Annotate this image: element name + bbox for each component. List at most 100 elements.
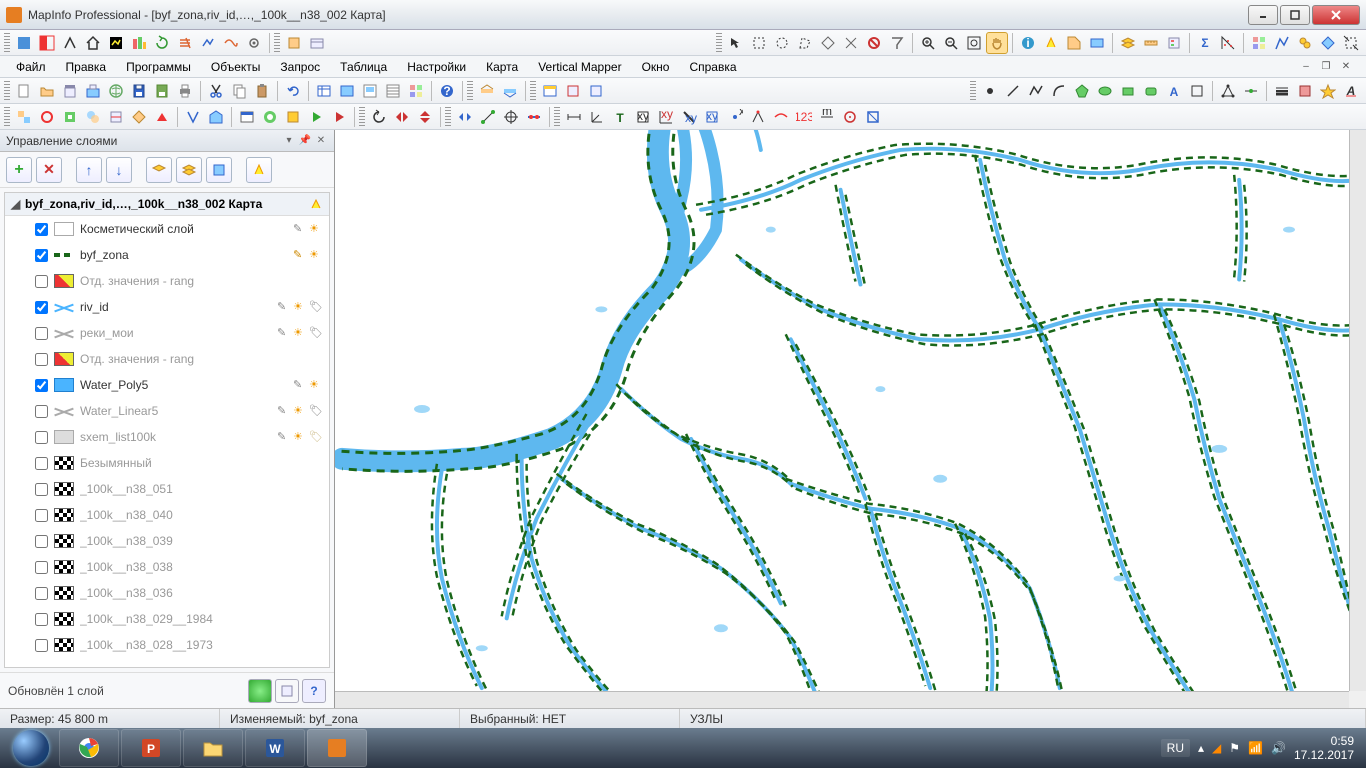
tool-icon[interactable]: xy [724,106,746,128]
run-icon[interactable] [328,106,350,128]
layer-style-button[interactable] [206,157,232,183]
layer-visibility-checkbox[interactable] [35,483,48,496]
tool-icon[interactable]: xy [678,106,700,128]
tag-icon[interactable]: 🏷 [309,404,323,418]
tool-icon[interactable] [174,32,196,54]
layer-visibility-checkbox[interactable] [35,561,48,574]
zoom-out-icon[interactable] [940,32,962,54]
menu-query[interactable]: Запрос [270,58,330,76]
sun-icon[interactable]: ☀ [309,248,323,262]
tool-icon[interactable] [770,106,792,128]
add-layer-button[interactable]: + [6,157,32,183]
pen-icon[interactable]: ✎ [293,222,307,236]
ellipse-icon[interactable] [1094,80,1116,102]
toolbar-grip[interactable] [530,81,536,101]
run-icon[interactable] [305,106,327,128]
new-map-icon[interactable] [336,80,358,102]
minimize-button[interactable] [1248,5,1278,25]
tool-icon[interactable] [128,106,150,128]
toolbar-grip[interactable] [359,107,365,127]
polygon-icon[interactable] [1071,80,1093,102]
layer-row[interactable]: byf_zona✎☀ [5,242,329,268]
tool-icon[interactable] [283,32,305,54]
scrollbar-vertical[interactable] [1349,130,1366,691]
layer-visibility-checkbox[interactable] [35,509,48,522]
tool-icon[interactable] [151,106,173,128]
tool-icon[interactable] [306,32,328,54]
print-icon[interactable] [174,80,196,102]
sun-icon[interactable]: ☀ [293,326,307,340]
tool-icon[interactable] [886,32,908,54]
stats-icon[interactable]: Σ [1194,32,1216,54]
tray-avast-icon[interactable]: ◢ [1212,741,1221,755]
pen-icon[interactable]: ✎ [277,300,291,314]
tool-icon[interactable] [205,106,227,128]
tool-icon[interactable] [476,80,498,102]
dist-icon[interactable] [563,106,585,128]
layer-visibility-checkbox[interactable] [35,639,48,652]
select-circle-icon[interactable] [771,32,793,54]
layer-row[interactable]: _100k__n38_040 [5,502,329,528]
toolbar-grip[interactable] [554,107,560,127]
help-icon[interactable]: ? [436,80,458,102]
layer-visibility-checkbox[interactable] [35,613,48,626]
frame-icon[interactable] [1186,80,1208,102]
hotlink-options-button[interactable] [246,157,272,183]
symbol-icon[interactable] [979,80,1001,102]
tool-icon[interactable] [220,32,242,54]
paste-icon[interactable] [251,80,273,102]
map-canvas[interactable] [335,130,1366,708]
tool-icon[interactable] [13,32,35,54]
layer-row[interactable]: _100k__n38_039 [5,528,329,554]
mdi-minimize-icon[interactable]: – [1298,60,1314,74]
rect-icon[interactable] [1117,80,1139,102]
pen-icon[interactable]: ✎ [293,248,307,262]
copy-icon[interactable] [228,80,250,102]
tool-icon[interactable] [562,80,584,102]
layer-row[interactable]: _100k__n38_051 [5,476,329,502]
layer-visibility-checkbox[interactable] [35,405,48,418]
tool-icon[interactable] [1317,32,1339,54]
help-button[interactable]: ? [302,679,326,703]
tool-icon[interactable] [1086,32,1108,54]
tag-icon[interactable]: 🏷 [309,326,323,340]
menu-window[interactable]: Окно [632,58,680,76]
redistrict-icon[interactable] [405,80,427,102]
select-rect-icon[interactable] [748,32,770,54]
menu-options[interactable]: Настройки [397,58,476,76]
tool-icon[interactable] [523,106,545,128]
tray-volume-icon[interactable]: 🔊 [1271,741,1286,755]
angle-icon[interactable] [586,106,608,128]
tray-action-icon[interactable]: ⚑ [1229,741,1240,755]
text-icon[interactable]: A [1163,80,1185,102]
deselect-icon[interactable] [863,32,885,54]
tool-icon[interactable]: xy [632,106,654,128]
tool-icon[interactable] [59,32,81,54]
hotlink-icon[interactable] [1040,32,1062,54]
toolbar-grip[interactable] [274,33,280,53]
new-browser-icon[interactable] [382,80,404,102]
arrow-icon[interactable] [725,32,747,54]
tool-icon[interactable] [13,106,35,128]
sun-icon[interactable]: ☀ [309,222,323,236]
layer-visibility-checkbox[interactable] [35,587,48,600]
region-style-icon[interactable] [1294,80,1316,102]
maximize-button[interactable] [1280,5,1310,25]
tool-icon[interactable] [477,106,499,128]
save-ws-icon[interactable] [151,80,173,102]
tool-icon[interactable] [197,32,219,54]
task-chrome[interactable] [59,729,119,767]
tool-icon[interactable] [454,106,476,128]
start-button[interactable] [4,728,58,768]
mdi-restore-icon[interactable]: ❐ [1318,60,1334,74]
sun-icon[interactable]: ☀ [293,404,307,418]
pen-icon[interactable]: ✎ [277,430,291,444]
collapse-icon[interactable]: ◢ [11,197,21,211]
home-icon[interactable] [82,32,104,54]
layer-list[interactable]: ◢ byf_zona,riv_id,…,_100k__n38_002 Карта… [4,192,330,668]
close-button[interactable] [1312,5,1360,25]
ruler-icon[interactable] [1140,32,1162,54]
tool-icon[interactable] [539,80,561,102]
layer-row[interactable]: Косметический слой✎☀ [5,216,329,242]
pen-icon[interactable]: ✎ [277,404,291,418]
